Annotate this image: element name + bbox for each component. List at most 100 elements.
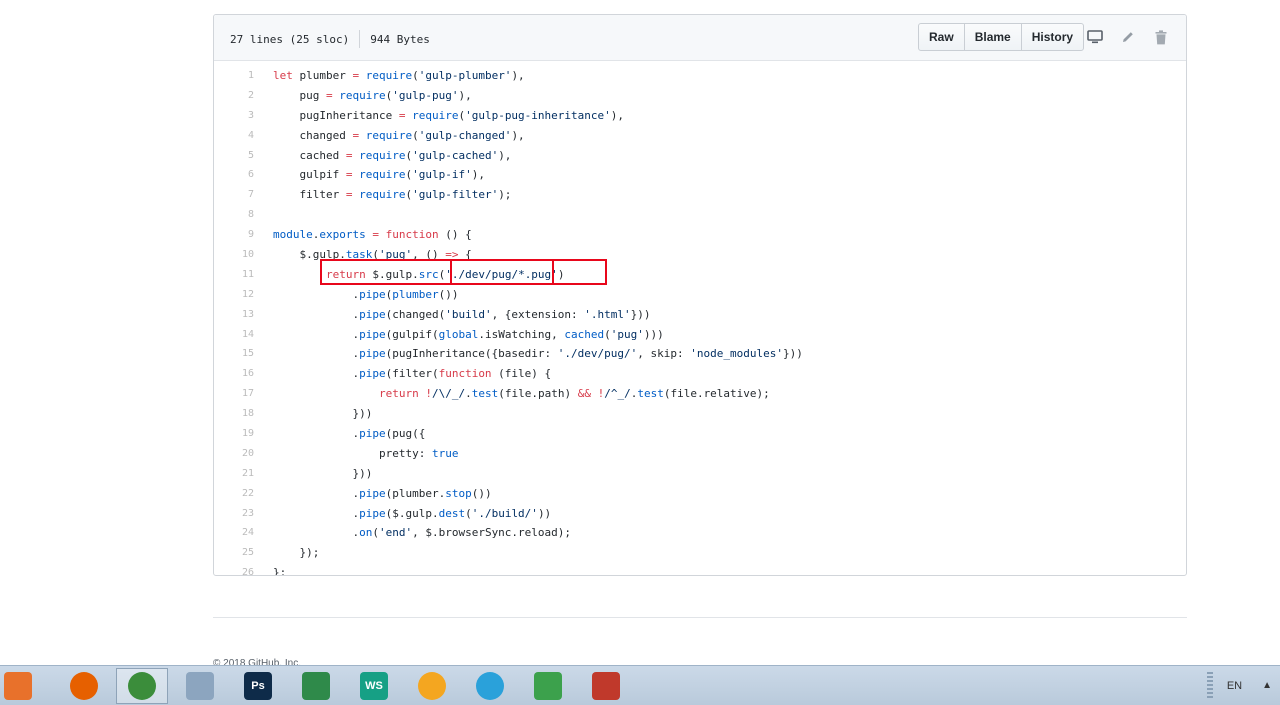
line-number[interactable]: 6 [214, 165, 254, 185]
code-token: ( [372, 248, 379, 262]
taskbar-item-rainbow-app[interactable] [406, 668, 458, 704]
code-token: 'end' [378, 526, 413, 540]
line-number[interactable]: 9 [214, 225, 254, 245]
code-line: 19 .pipe(pug({ [214, 424, 1186, 444]
code-text: $.gulp.task('pug', () => { [273, 245, 471, 265]
code-token: ))) [643, 327, 664, 341]
line-number[interactable]: 20 [214, 444, 254, 464]
code-token: pugInheritance [273, 108, 399, 122]
taskbar-item-start-button[interactable] [0, 668, 36, 704]
language-indicator[interactable]: EN [1227, 680, 1242, 692]
file-info-divider [359, 30, 361, 48]
line-number[interactable]: 19 [214, 424, 254, 444]
line-number[interactable]: 18 [214, 404, 254, 424]
footer-divider [213, 617, 1187, 618]
tray-grip[interactable] [1206, 671, 1213, 700]
line-number[interactable]: 16 [214, 364, 254, 384]
code-token: && [577, 387, 591, 401]
line-number[interactable]: 5 [214, 146, 254, 166]
taskbar-icon-label: WS [365, 679, 383, 692]
trash-icon[interactable] [1152, 28, 1170, 46]
taskbar-item-spreadsheet[interactable] [522, 668, 574, 704]
code-text: .pipe(filter(function (file) { [273, 364, 551, 384]
code-line: 4 changed = require('gulp-changed'), [214, 126, 1186, 146]
code-line: 23 .pipe($.gulp.dest('./build/')) [214, 504, 1186, 524]
tray-chevron-icon[interactable]: ▲ [1262, 680, 1272, 691]
code-token: 'gulp-changed' [418, 128, 512, 142]
code-token: . [273, 287, 360, 301]
line-number[interactable]: 4 [214, 126, 254, 146]
line-number[interactable]: 23 [214, 504, 254, 524]
code-text: changed = require('gulp-changed'), [273, 126, 524, 146]
code-line: 2 pug = require('gulp-pug'), [214, 86, 1186, 106]
line-number[interactable]: 15 [214, 344, 254, 364]
code-token: exports [319, 228, 366, 242]
rainbow-app-icon [418, 671, 446, 700]
line-number[interactable]: 13 [214, 305, 254, 325]
code-token: filter [273, 188, 346, 202]
taskbar-item-doublecommander[interactable] [580, 668, 632, 704]
code-token: require [365, 128, 413, 142]
code-token: ), [610, 108, 625, 122]
history-button[interactable]: History [1022, 24, 1083, 50]
code-token: ( [412, 128, 419, 142]
gplates-icon [302, 671, 330, 700]
telegram-icon [476, 671, 504, 700]
code-text: .pipe(gulpif(global.isWatching, cached('… [273, 325, 664, 345]
code-line: 22 .pipe(plumber.stop()) [214, 484, 1186, 504]
taskbar-item-webstorm[interactable]: WS [348, 668, 400, 704]
code-token: , {extension: [491, 307, 585, 321]
taskbar-item-calculator[interactable] [174, 668, 226, 704]
code-token: (plumber. [385, 486, 446, 500]
code-token: = [372, 228, 379, 242]
taskbar-apps: Ps WS [0, 667, 638, 704]
code-token: ( [604, 327, 611, 341]
raw-button[interactable]: Raw [919, 24, 965, 50]
taskbar-item-firefox[interactable] [58, 668, 110, 704]
line-number[interactable]: 3 [214, 106, 254, 126]
desktop-icon[interactable] [1086, 28, 1104, 46]
line-number[interactable]: 25 [214, 543, 254, 563]
line-number[interactable]: 12 [214, 285, 254, 305]
line-number[interactable]: 26 [214, 563, 254, 575]
taskbar-item-gplates[interactable] [290, 668, 342, 704]
line-number[interactable]: 21 [214, 464, 254, 484]
code-line: 11 return $.gulp.src('./dev/pug/*.pug') [214, 265, 1186, 285]
file-viewer: 27 lines (25 sloc) 944 Bytes Raw Blame H… [213, 14, 1187, 576]
line-number[interactable]: 24 [214, 523, 254, 543]
code-line: 12 .pipe(plumber()) [214, 285, 1186, 305]
code-token: 'gulp-pug' [392, 88, 459, 102]
line-number[interactable]: 2 [214, 86, 254, 106]
taskbar-item-chrome[interactable] [116, 667, 168, 704]
code-token: pipe [359, 327, 386, 341]
code-token: . [273, 506, 360, 520]
code-token: . [465, 387, 472, 401]
code-line: 14 .pipe(gulpif(global.isWatching, cache… [214, 325, 1186, 345]
blame-button[interactable]: Blame [965, 24, 1022, 50]
line-number[interactable]: 14 [214, 325, 254, 345]
code-token: pipe [359, 427, 386, 441]
line-number[interactable]: 1 [214, 66, 254, 86]
chrome-icon [128, 671, 156, 700]
code-text: pugInheritance = require('gulp-pug-inher… [273, 106, 624, 126]
pencil-icon[interactable] [1119, 28, 1137, 46]
code-token: , $.browserSync.reload); [412, 526, 572, 540]
line-number[interactable]: 8 [214, 205, 254, 225]
code-token: (file) { [491, 367, 552, 381]
line-number[interactable]: 7 [214, 185, 254, 205]
line-number[interactable]: 11 [214, 265, 254, 285]
taskbar-item-telegram[interactable] [464, 668, 516, 704]
line-number[interactable]: 10 [214, 245, 254, 265]
line-number[interactable]: 17 [214, 384, 254, 404]
start-button-icon [4, 671, 32, 700]
file-info: 27 lines (25 sloc) 944 Bytes [230, 30, 430, 48]
code-token: ), [471, 168, 485, 182]
code-text: }; [273, 563, 286, 575]
taskbar-item-photoshop[interactable]: Ps [232, 668, 284, 704]
code-text: })) [273, 404, 372, 424]
line-number[interactable]: 22 [214, 484, 254, 504]
code-token: './build/' [471, 506, 538, 520]
